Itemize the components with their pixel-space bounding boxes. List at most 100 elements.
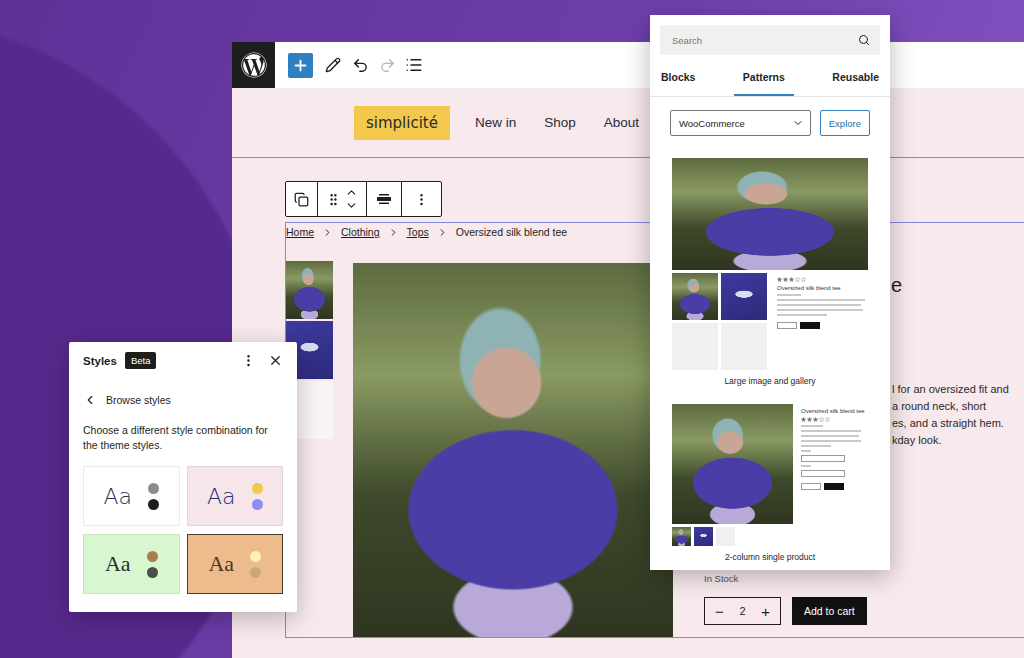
stock-status: In Stock: [704, 573, 1024, 584]
move-up-icon[interactable]: [345, 186, 358, 199]
category-select[interactable]: WooCommerce: [670, 110, 811, 136]
nav-link[interactable]: About: [604, 115, 639, 130]
explore-button[interactable]: Explore: [820, 110, 870, 136]
preview-text-line: [801, 435, 859, 437]
chevron-down-icon: [792, 117, 804, 129]
star-icon: [813, 417, 818, 422]
list-icon: [405, 56, 423, 74]
breadcrumb-item: Oversized silk blend tee: [456, 226, 567, 238]
inserter-tab[interactable]: Patterns: [734, 55, 794, 96]
color-swatch: [250, 567, 261, 578]
editor-canvas: simplicité New in Shop About Home Clothing Top…: [232, 88, 1024, 658]
preview-thumbnail: [672, 273, 718, 320]
search-input[interactable]: [670, 34, 852, 47]
preview-thumbnail: [721, 273, 767, 320]
align-button[interactable]: [375, 190, 393, 208]
move-down-icon[interactable]: [345, 199, 358, 212]
description-line: a round neck, short: [892, 398, 1024, 415]
star-icon: [801, 277, 806, 282]
editor-toolbar: [232, 42, 1024, 88]
grip-icon: [326, 192, 341, 207]
styles-description: Choose a different style combination for…: [83, 423, 283, 453]
nav-link[interactable]: Shop: [544, 115, 576, 130]
increase-button[interactable]: +: [757, 603, 774, 620]
preview-quantity: [777, 322, 797, 329]
star-icon: [819, 417, 824, 422]
breadcrumb-item[interactable]: Tops: [407, 226, 429, 238]
style-variation[interactable]: Aa: [83, 534, 180, 594]
options-button[interactable]: [414, 192, 429, 207]
transform-group: [286, 182, 318, 216]
preview-image: [672, 404, 793, 524]
preview-info: Oversized silk blend tee: [777, 273, 868, 370]
site-logo[interactable]: simplicité: [354, 106, 450, 140]
pattern-preview[interactable]: Oversized silk blend tee: [672, 404, 868, 546]
description-line: es, and a straight hem.: [892, 415, 1024, 432]
breadcrumb-item[interactable]: Clothing: [341, 226, 380, 238]
inserter-panel: Blocks Patterns Reusable WooCommerce Explore…: [650, 15, 890, 570]
style-variation[interactable]: Aa: [187, 534, 284, 594]
preview-price: [777, 294, 801, 296]
pattern-item[interactable]: Oversized silk blend teeLarge image and …: [670, 158, 870, 386]
chevron-right-icon: [322, 227, 333, 238]
product-area: Home Clothing Tops Oversized silk blend tee…: [232, 158, 1024, 658]
tools-button[interactable]: [324, 56, 342, 74]
style-variation[interactable]: Aa: [187, 466, 284, 526]
redo-button[interactable]: [378, 56, 396, 74]
inserter-tabs: Blocks Patterns Reusable: [650, 55, 890, 97]
align-group: [367, 182, 402, 216]
transform-button[interactable]: [294, 192, 309, 207]
undo-button[interactable]: [351, 56, 369, 74]
preview-text-line: [801, 440, 861, 442]
list-view-button[interactable]: [405, 56, 423, 74]
back-button[interactable]: Browse styles: [83, 393, 283, 407]
color-swatch: [252, 499, 263, 510]
decrease-button[interactable]: −: [711, 603, 728, 620]
pattern-preview[interactable]: Oversized silk blend tee: [672, 158, 868, 370]
style-variations: Aa Aa Aa Aa: [83, 466, 283, 594]
more-button[interactable]: [241, 353, 256, 368]
align-icon: [375, 190, 393, 208]
font-sample: Aa: [103, 484, 132, 509]
copy-icon: [294, 192, 309, 207]
quantity-value[interactable]: 2: [739, 605, 745, 617]
pattern-list: Oversized silk blend teeLarge image and …: [650, 136, 890, 570]
star-icon: [777, 277, 782, 282]
star-icon: [825, 417, 830, 422]
close-icon: [268, 353, 283, 368]
wordpress-logo[interactable]: [232, 42, 275, 88]
move-group: [318, 182, 367, 216]
nav-link[interactable]: New in: [475, 115, 516, 130]
preview-text-line: [777, 314, 827, 316]
drag-handle[interactable]: [326, 192, 341, 207]
star-icon: [789, 277, 794, 282]
more-icon: [414, 192, 429, 207]
style-variation[interactable]: Aa: [83, 466, 180, 526]
search-field[interactable]: [660, 25, 880, 55]
color-swatches: [147, 551, 158, 578]
close-button[interactable]: [268, 353, 283, 368]
preview-select: [801, 470, 845, 477]
color-swatches: [250, 551, 261, 578]
undo-icon: [352, 57, 369, 74]
rating-stars: [801, 417, 868, 422]
breadcrumb-item[interactable]: Home: [286, 226, 314, 238]
styles-panel: StylesBetaBrowse stylesChoose a differen…: [69, 342, 297, 612]
add-to-cart-button[interactable]: Add to cart: [792, 597, 867, 625]
description-line: l for an oversized fit and: [892, 381, 1024, 398]
font-sample: Aa: [105, 551, 131, 577]
inserter-button[interactable]: [288, 53, 313, 78]
inserter-tab[interactable]: Blocks: [652, 55, 704, 96]
star-icon: [783, 277, 788, 282]
product-thumbnail[interactable]: [286, 261, 333, 319]
pattern-caption: 2-column single product: [725, 552, 815, 562]
quantity-field: −2 +: [704, 597, 781, 625]
color-swatch: [252, 483, 263, 494]
wordpress-icon: [241, 52, 267, 78]
preview-label: [801, 450, 811, 452]
color-swatches: [148, 483, 159, 510]
color-swatch: [147, 567, 158, 578]
pattern-item[interactable]: Oversized silk blend tee 2-column single …: [670, 404, 870, 562]
inserter-tab[interactable]: Reusable: [823, 55, 888, 96]
product-image: [353, 263, 673, 637]
